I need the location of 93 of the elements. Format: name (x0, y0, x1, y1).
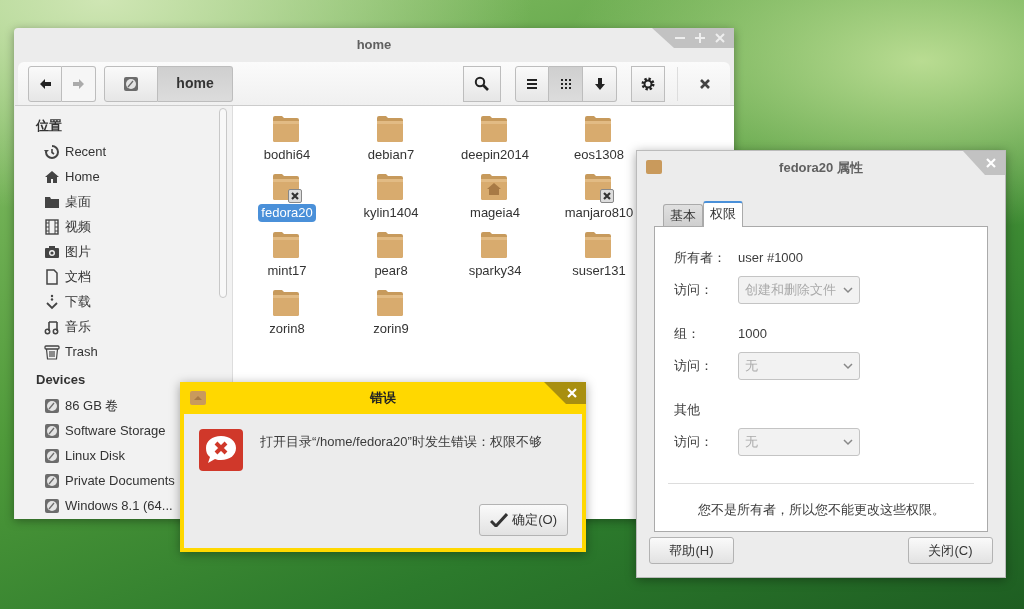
path-disk-button[interactable] (104, 65, 158, 102)
chevron-down-icon (843, 362, 853, 370)
dialog-button[interactable]: 帮助(H) (649, 537, 734, 564)
sidebar-item[interactable]: Recent (15, 139, 232, 165)
sidebar-item[interactable]: Private Documents (15, 468, 232, 493)
file-name[interactable]: eos1308 (571, 146, 627, 164)
disk-icon (44, 397, 60, 414)
field-label: 访问： (674, 281, 714, 300)
sidebar-item[interactable]: Linux Disk (15, 443, 232, 468)
checkmark-icon (490, 513, 509, 527)
locked-folder-icon[interactable] (583, 172, 615, 204)
list-view-button[interactable] (515, 65, 549, 102)
home-icon (44, 169, 60, 185)
file-name[interactable]: bodhi64 (260, 146, 314, 164)
field-value: 1000 (738, 325, 767, 344)
search-button[interactable] (463, 65, 501, 102)
file-name[interactable]: mageia4 (467, 204, 523, 222)
grid-icon (558, 76, 573, 91)
close-icon[interactable] (714, 32, 726, 44)
error-message: 打开目录“/home/fedora20”时发生错误：权限不够 (260, 433, 542, 451)
disk-icon (44, 497, 60, 514)
file-name[interactable]: suser131 (569, 262, 629, 280)
document-icon (44, 269, 60, 285)
file-name[interactable]: pear8 (371, 262, 411, 280)
permission-note: 您不是所有者，所以您不能更改这些权限。 (696, 500, 946, 519)
file-name[interactable]: mint17 (264, 262, 310, 280)
tab[interactable]: 权限 (703, 201, 743, 227)
sidebar-item[interactable]: Trash (15, 339, 232, 365)
sort-button[interactable] (583, 65, 617, 102)
back-arrow-icon (39, 77, 51, 90)
dialog-button[interactable]: 关闭(C) (908, 537, 993, 564)
file-name[interactable]: zorin9 (370, 320, 412, 338)
grid-view-button[interactable] (549, 65, 583, 102)
sidebar-item[interactable]: Windows 8.1 (64... (15, 493, 232, 518)
list-icon (525, 76, 539, 91)
sidebar-heading: Devices (35, 370, 87, 389)
access-dropdown: 无 (738, 428, 860, 456)
sidebar-item[interactable]: 图片 (15, 239, 232, 265)
folder-icon (189, 390, 207, 406)
sidebar-item[interactable]: 文档 (15, 264, 232, 290)
window-title: home (356, 36, 392, 55)
chevron-down-icon (843, 438, 853, 446)
tab[interactable]: 基本 (663, 204, 703, 226)
access-dropdown: 无 (738, 352, 860, 380)
sidebar-item[interactable]: 86 GB 卷 (15, 393, 232, 418)
scrollbar[interactable] (219, 108, 227, 298)
field-label: 其他 (674, 401, 701, 420)
field-label: 访问： (674, 357, 714, 376)
down-arrow-icon (592, 76, 607, 91)
clock-icon (44, 144, 60, 160)
file-name[interactable]: manjaro810 (561, 204, 637, 222)
folder-icon (44, 194, 60, 210)
disk-icon (44, 447, 60, 464)
back-button[interactable] (28, 65, 62, 102)
music-notes-icon (44, 319, 60, 335)
disk-icon (123, 75, 139, 92)
sidebar-heading: 位置 (34, 117, 63, 135)
search-icon (474, 75, 490, 92)
ok-button[interactable]: 确定(O) (479, 504, 568, 536)
file-name[interactable]: kylin1404 (360, 204, 422, 222)
field-label: 访问： (674, 433, 714, 452)
sidebar-item[interactable]: Home (15, 164, 232, 190)
camera-icon (44, 244, 60, 260)
window-title: fedora20 属性 (779, 158, 863, 177)
disk-icon (44, 472, 60, 489)
error-icon (198, 428, 244, 472)
forward-arrow-icon (72, 77, 85, 90)
locked-folder-icon[interactable] (271, 172, 303, 204)
sidebar-item[interactable]: 音乐 (15, 314, 232, 340)
chevron-down-icon (843, 286, 853, 294)
sidebar-item[interactable]: 桌面 (15, 189, 232, 215)
window-title: 错误 (370, 389, 396, 408)
sidebar-item[interactable]: 视频 (15, 214, 232, 240)
sidebar-item[interactable]: Software Storage (15, 418, 232, 443)
trash-icon (44, 344, 60, 360)
settings-button[interactable] (631, 65, 665, 102)
maximize-icon[interactable] (694, 32, 706, 44)
folder-icon (645, 159, 663, 175)
close-icon (699, 78, 711, 91)
path-button[interactable]: home (158, 65, 233, 102)
settings-icon (640, 75, 656, 92)
file-name[interactable]: sparky34 (465, 262, 525, 280)
file-name[interactable]: zorin8 (266, 320, 308, 338)
disk-icon (44, 422, 60, 439)
film-icon (44, 219, 60, 235)
file-name[interactable]: debian7 (364, 146, 418, 164)
access-dropdown: 创建和删除文件 (738, 276, 860, 304)
download-icon (44, 294, 60, 310)
field-label: 所有者： (674, 249, 727, 268)
field-label: 组： (674, 325, 701, 344)
field-value: user #1000 (738, 249, 804, 268)
file-name[interactable]: deepin2014 (458, 146, 532, 164)
sidebar-item[interactable]: 下载 (15, 289, 232, 315)
